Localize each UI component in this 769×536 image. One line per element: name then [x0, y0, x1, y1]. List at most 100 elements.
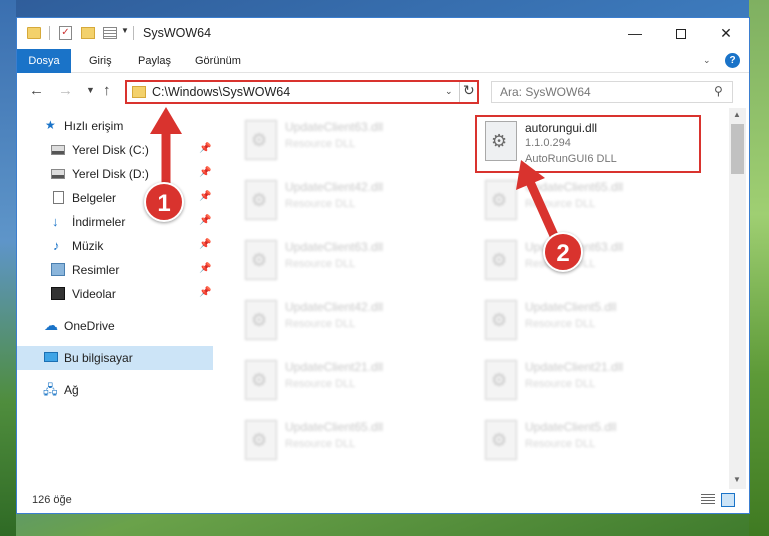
search-icon[interactable]: ⚲ [714, 84, 723, 98]
file-item[interactable]: UpdateClient42.dll Resource DLL [237, 176, 457, 228]
file-type: Resource DLL [285, 138, 356, 150]
file-item[interactable]: UpdateClient63.dll Resource DLL [237, 236, 457, 288]
sidebar-item-videos[interactable]: Videolar 📌 [17, 282, 213, 306]
file-item[interactable]: UpdateClient5.dll Resource DLL [477, 416, 697, 468]
tab-view[interactable]: Görünüm [195, 49, 241, 73]
recent-locations-chevron-icon[interactable]: ▼ [86, 85, 95, 95]
dll-file-icon [485, 300, 517, 340]
drive-icon [51, 169, 65, 179]
sidebar-item-network[interactable]: 🖧 Ağ [17, 378, 213, 402]
sidebar-item-label: Yerel Disk (C:) [72, 143, 149, 157]
pin-icon[interactable]: 📌 [199, 239, 211, 250]
file-name: UpdateClient42.dll [285, 180, 384, 194]
window-title: SysWOW64 [143, 26, 212, 40]
close-button[interactable]: ✕ [703, 18, 749, 49]
sidebar-item-downloads[interactable]: ↓ İndirmeler 📌 [17, 210, 213, 234]
address-path[interactable]: C:\Windows\SysWOW64 [152, 85, 290, 99]
network-icon: 🖧 [43, 382, 58, 397]
search-input[interactable]: Ara: SysWOW64 ⚲ [491, 81, 733, 103]
refresh-icon[interactable]: ↻ [463, 82, 475, 99]
customize-toolbar-chevron-icon[interactable]: ▼ [121, 26, 129, 42]
file-item[interactable]: UpdateClient21.dll Resource DLL [237, 356, 457, 408]
computer-icon [44, 352, 58, 362]
expand-ribbon-chevron-icon[interactable]: ⌄ [703, 55, 711, 66]
file-type: Resource DLL [285, 318, 356, 330]
dll-file-icon [485, 180, 517, 220]
pin-icon[interactable]: 📌 [199, 215, 211, 226]
desktop-background-right [749, 0, 769, 536]
address-divider [459, 82, 460, 102]
toolbar-divider [49, 26, 50, 40]
annotation-callout-1: 1 [144, 182, 184, 222]
file-item[interactable]: UpdateClient21.dll Resource DLL [477, 356, 697, 408]
search-placeholder: Ara: SysWOW64 [500, 85, 591, 99]
dll-file-icon [485, 360, 517, 400]
item-count: 126 öğe [32, 494, 72, 506]
pin-icon[interactable]: 📌 [199, 287, 211, 298]
dll-file-icon [245, 240, 277, 280]
dll-file-icon [245, 300, 277, 340]
details-view-icon[interactable] [701, 494, 715, 506]
forward-arrow-icon[interactable]: → [58, 82, 73, 99]
sidebar-item-music[interactable]: ♪ Müzik 📌 [17, 234, 213, 258]
dll-file-icon [245, 120, 277, 160]
ribbon-tabs: Dosya Giriş Paylaş Görünüm ⌄ ? [17, 49, 749, 73]
sidebar-item-local-disk-c[interactable]: Yerel Disk (C:) 📌 [17, 138, 213, 162]
sidebar-item-local-disk-d[interactable]: Yerel Disk (D:) 📌 [17, 162, 213, 186]
vertical-scrollbar[interactable]: ▲ ▼ [729, 108, 746, 489]
maximize-button[interactable] [658, 18, 704, 49]
tab-file[interactable]: Dosya [17, 49, 71, 73]
file-item[interactable]: UpdateClient63.dll Resource DLL [477, 236, 697, 288]
file-name: UpdateClient42.dll [285, 300, 384, 314]
large-icons-view-icon[interactable] [721, 493, 735, 507]
file-item[interactable]: UpdateClient42.dll Resource DLL [237, 296, 457, 348]
music-icon: ♪ [53, 238, 60, 253]
address-dropdown-chevron-icon[interactable]: ⌄ [445, 86, 453, 97]
sidebar-item-quick-access[interactable]: ★ Hızlı erişim [17, 114, 213, 138]
sidebar-item-this-pc[interactable]: Bu bilgisayar [17, 346, 213, 370]
file-item[interactable]: UpdateClient63.dll Resource DLL [237, 116, 457, 168]
drive-icon [51, 145, 65, 155]
folder-icon [132, 86, 146, 98]
file-item[interactable]: UpdateClient5.dll Resource DLL [477, 296, 697, 348]
tab-home[interactable]: Giriş [89, 49, 112, 73]
scrollbar-thumb[interactable] [731, 124, 744, 174]
new-folder-icon[interactable] [81, 27, 95, 39]
back-arrow-icon[interactable]: ← [29, 82, 44, 99]
sidebar-item-label: İndirmeler [72, 215, 126, 229]
sidebar-item-label: Belgeler [72, 191, 117, 205]
pin-icon[interactable]: 📌 [199, 191, 211, 202]
address-bar[interactable]: C:\Windows\SysWOW64 ⌄ ↻ [125, 80, 479, 104]
file-type: Resource DLL [525, 198, 596, 210]
sidebar-item-label: Resimler [72, 263, 120, 277]
pin-icon[interactable]: 📌 [199, 167, 211, 178]
pin-icon[interactable]: 📌 [199, 263, 211, 274]
scroll-up-arrow-icon[interactable]: ▲ [733, 110, 741, 119]
dll-file-icon [485, 240, 517, 280]
properties-icon[interactable] [103, 27, 117, 39]
sidebar-item-label: Hızlı erişim [64, 119, 124, 133]
help-icon[interactable]: ? [725, 53, 740, 68]
file-name: autorungui.dll [525, 121, 598, 135]
pin-icon[interactable]: 📌 [199, 143, 211, 154]
videos-icon [51, 287, 65, 300]
file-item[interactable]: UpdateClient65.dll Resource DLL [477, 176, 697, 228]
minimize-button[interactable]: — [612, 18, 658, 49]
file-item-autorungui[interactable]: autorungui.dll 1.1.0.294 AutoRunGUI6 DLL [475, 115, 701, 173]
file-name: UpdateClient65.dll [285, 420, 384, 434]
properties-check-icon[interactable]: ✓ [59, 26, 72, 40]
file-type: Resource DLL [285, 438, 356, 450]
file-type: Resource DLL [525, 318, 596, 330]
scroll-down-arrow-icon[interactable]: ▼ [733, 475, 741, 484]
up-arrow-icon[interactable]: ↑ [103, 82, 111, 99]
cloud-icon: ☁ [44, 317, 58, 333]
sidebar-item-label: Müzik [72, 239, 104, 253]
file-name: UpdateClient21.dll [285, 360, 384, 374]
file-item[interactable]: UpdateClient65.dll Resource DLL [237, 416, 457, 468]
title-bar[interactable]: ✓ ▼ SysWOW64 — ✕ [17, 18, 749, 49]
dll-file-icon [245, 360, 277, 400]
sidebar-item-pictures[interactable]: Resimler 📌 [17, 258, 213, 282]
desktop-background-left [0, 0, 16, 536]
sidebar-item-onedrive[interactable]: ☁ OneDrive [17, 314, 213, 338]
tab-share[interactable]: Paylaş [138, 49, 171, 73]
